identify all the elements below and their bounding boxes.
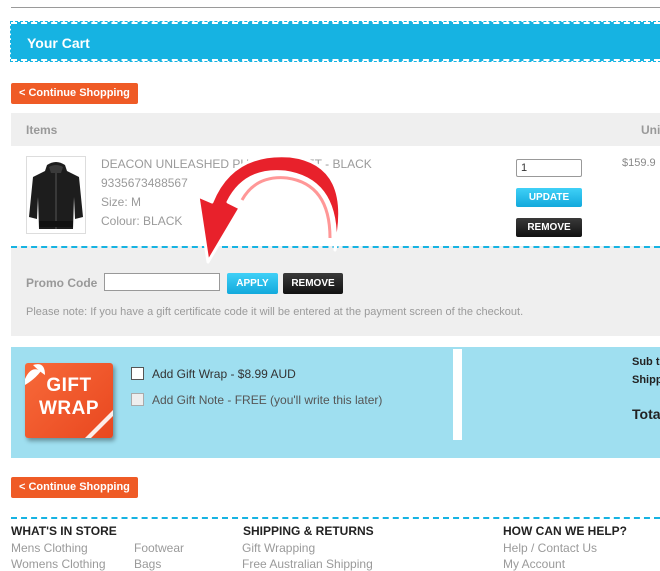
footer-link-contact[interactable]: Help / Contact Us: [503, 541, 597, 555]
pointer-arrow-icon: [196, 154, 342, 264]
gift-divider: [453, 349, 462, 440]
gift-note-option[interactable]: Add Gift Note - FREE (you'll write this …: [131, 393, 382, 407]
footer-link-account[interactable]: My Account: [503, 557, 565, 571]
gift-wrap-badge: GIFT WRAP: [25, 363, 113, 438]
product-size: Size: M: [101, 195, 142, 209]
gift-note-label: Add Gift Note - FREE (you'll write this …: [152, 393, 383, 407]
total-label: Tota: [632, 406, 660, 422]
gift-wrap-checkbox[interactable]: [131, 367, 144, 380]
footer-link-gift-wrapping[interactable]: Gift Wrapping: [242, 541, 315, 555]
quantity-input[interactable]: [516, 159, 582, 177]
page-title: Your Cart: [27, 35, 90, 51]
gift-badge-line2: WRAP: [38, 398, 100, 419]
gift-note-checkbox[interactable]: [131, 393, 144, 406]
continue-shopping-button-bottom[interactable]: < Continue Shopping: [11, 477, 138, 498]
footer-divider: [11, 517, 660, 519]
product-colour: Colour: BLACK: [101, 214, 183, 228]
remove-item-button[interactable]: REMOVE: [516, 218, 582, 237]
shipping-label: Shipp: [632, 374, 660, 386]
update-button[interactable]: UPDATE: [516, 188, 582, 207]
items-table-header: Items Uni: [11, 113, 660, 146]
top-divider: [11, 7, 660, 8]
footer-link-bags[interactable]: Bags: [134, 557, 161, 571]
column-header-unit: Uni: [641, 123, 660, 137]
footer-link-mens[interactable]: Mens Clothing: [11, 541, 88, 555]
footer-heading-shipping: SHIPPING & RETURNS: [243, 524, 374, 538]
continue-shopping-button[interactable]: < Continue Shopping: [11, 83, 138, 104]
footer-heading-help: HOW CAN WE HELP?: [503, 524, 627, 538]
footer-link-free-shipping[interactable]: Free Australian Shipping: [242, 557, 373, 571]
footer-link-footwear[interactable]: Footwear: [134, 541, 184, 555]
subtotal-label: Sub t: [632, 356, 660, 368]
promo-code-label: Promo Code: [26, 276, 98, 290]
gift-wrap-label: Add Gift Wrap - $8.99 AUD: [152, 367, 296, 381]
gift-badge-line1: GIFT: [46, 375, 92, 396]
footer-link-womens[interactable]: Womens Clothing: [11, 557, 106, 571]
promo-note: Please note: If you have a gift certific…: [26, 306, 524, 318]
gift-wrap-option[interactable]: Add Gift Wrap - $8.99 AUD: [131, 367, 296, 381]
unit-price: $159.9: [622, 157, 656, 169]
footer-heading-store: WHAT'S IN STORE: [11, 524, 117, 538]
column-header-items: Items: [26, 123, 58, 137]
product-thumbnail[interactable]: [26, 156, 86, 234]
product-sku: 9335673488567: [101, 176, 188, 190]
cart-header: Your Cart: [10, 21, 660, 62]
